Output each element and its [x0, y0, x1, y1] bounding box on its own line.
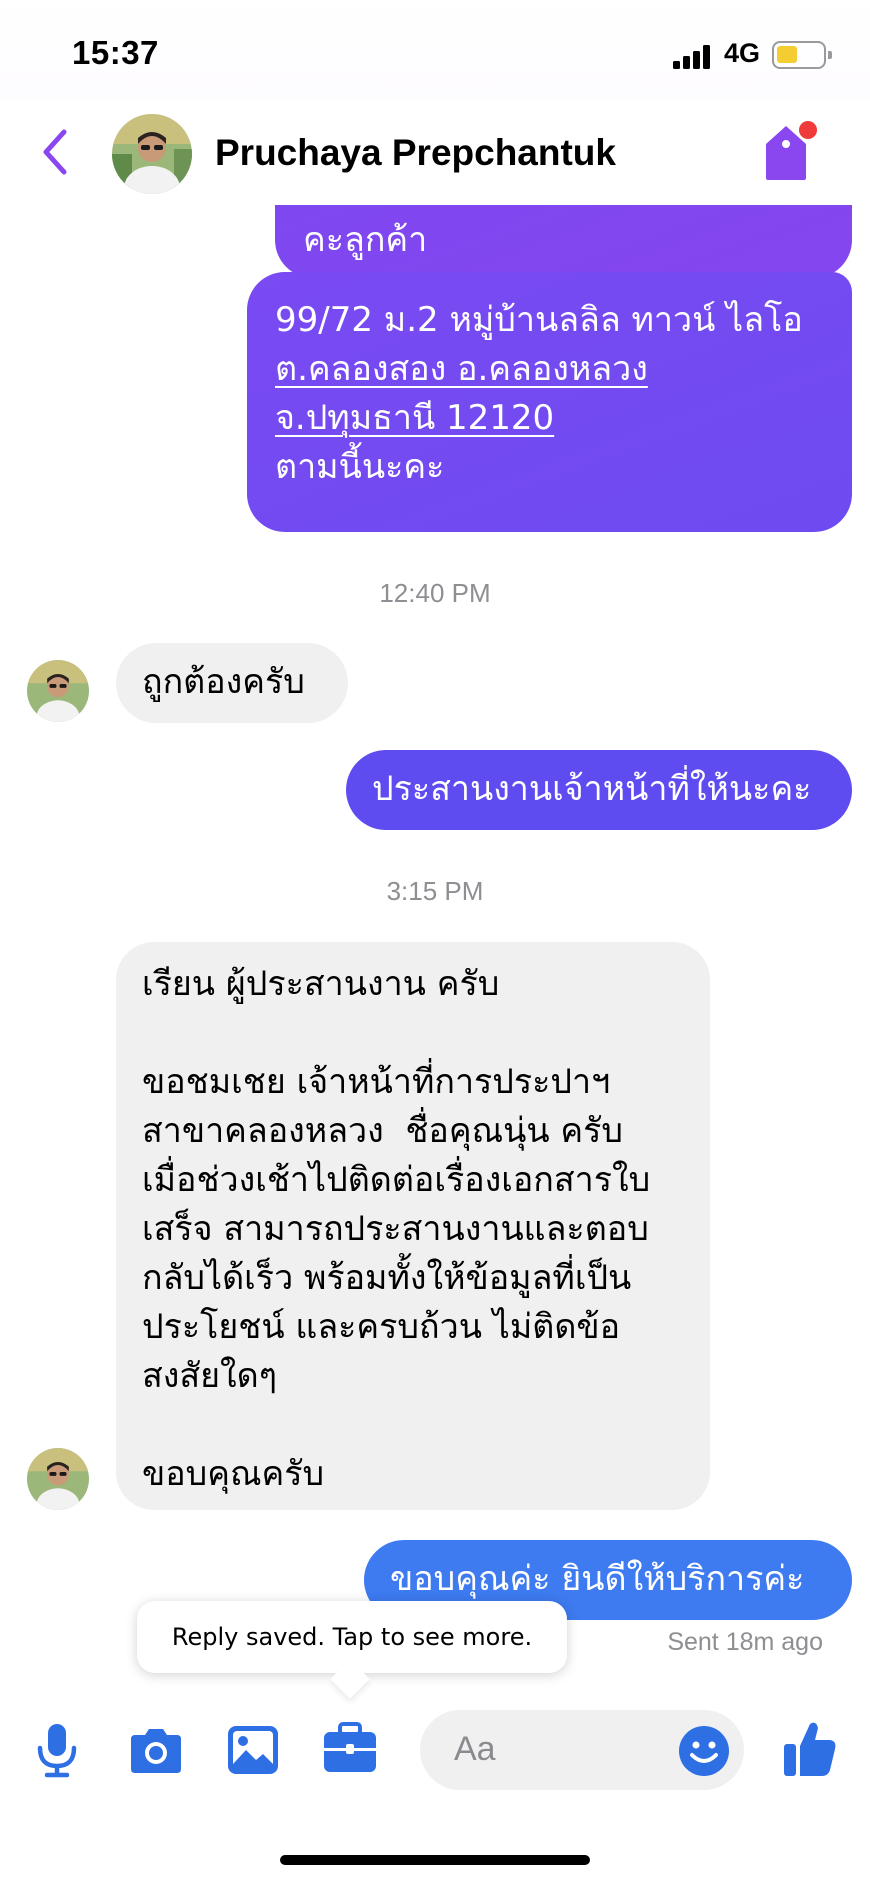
message-text: ขอบคุณค่ะ ยินดีให้บริการค่ะ: [390, 1559, 805, 1599]
briefcase-button[interactable]: [322, 1722, 378, 1780]
contact-avatar[interactable]: [112, 114, 192, 194]
sender-avatar[interactable]: [27, 1448, 89, 1510]
thumbs-up-icon: [784, 1722, 836, 1776]
status-bar: 15:37 4G: [0, 0, 870, 100]
tag-button[interactable]: [760, 118, 822, 184]
avatar-image: [112, 114, 192, 194]
address-link[interactable]: ต.คลองสอง อ.คลองหลวง: [275, 345, 824, 394]
chevron-left-icon: [43, 129, 67, 175]
address-link[interactable]: จ.ปทุมธานี 12120: [275, 394, 824, 443]
battery-tip: [828, 51, 832, 59]
message-bubble-incoming[interactable]: เรียน ผู้ประสานงาน ครับ ขอชมเชย เจ้าหน้า…: [116, 942, 710, 1510]
camera-icon: [131, 1729, 181, 1773]
message-bubble-outgoing[interactable]: 99/72 ม.2 หมู่บ้านลลิล ทาวน์ ไลโอ ต.คลอง…: [247, 272, 852, 532]
signal-icon: [673, 45, 717, 69]
message-text: ถูกต้องครับ: [142, 662, 305, 702]
address-line: 99/72 ม.2 หมู่บ้านลลิล ทาวน์ ไลโอ: [275, 300, 803, 340]
like-button[interactable]: [782, 1718, 838, 1778]
tag-icon: [766, 121, 817, 180]
microphone-icon: [37, 1724, 77, 1778]
timestamp: 3:15 PM: [386, 876, 484, 906]
sent-status: Sent 18m ago: [667, 1628, 823, 1656]
sender-avatar[interactable]: [27, 660, 89, 722]
contact-name[interactable]: Pruchaya Prepchantuk: [215, 132, 616, 174]
emoji-button[interactable]: [678, 1725, 730, 1777]
input-placeholder: Aa: [454, 1730, 496, 1768]
network-type: 4G: [724, 38, 761, 68]
emoji-icon: [679, 1726, 729, 1776]
avatar-image: [27, 1448, 89, 1510]
message-text: เรียน ผู้ประสานงาน ครับ ขอชมเชย เจ้าหน้า…: [142, 964, 651, 1494]
back-button[interactable]: [38, 128, 74, 176]
message-bubble-incoming[interactable]: ถูกต้องครับ: [116, 643, 348, 723]
gallery-button[interactable]: [226, 1724, 280, 1780]
message-text: ตามนี้นะคะ: [275, 447, 445, 487]
message-text: ประสานงานเจ้าหน้าที่ให้นะคะ: [372, 769, 812, 809]
message-text: คะลูกค้า: [303, 220, 428, 260]
battery-fill: [777, 46, 797, 63]
timestamp: 12:40 PM: [379, 578, 491, 608]
status-time: 15:37: [72, 34, 159, 71]
home-indicator: [280, 1855, 590, 1865]
avatar-image: [27, 660, 89, 722]
battery-icon: [772, 41, 832, 69]
briefcase-icon: [324, 1722, 376, 1772]
message-bubble-outgoing[interactable]: ประสานงานเจ้าหน้าที่ให้นะคะ: [346, 750, 852, 830]
camera-button[interactable]: [127, 1727, 185, 1779]
image-icon: [228, 1726, 278, 1774]
microphone-button[interactable]: [34, 1722, 80, 1782]
